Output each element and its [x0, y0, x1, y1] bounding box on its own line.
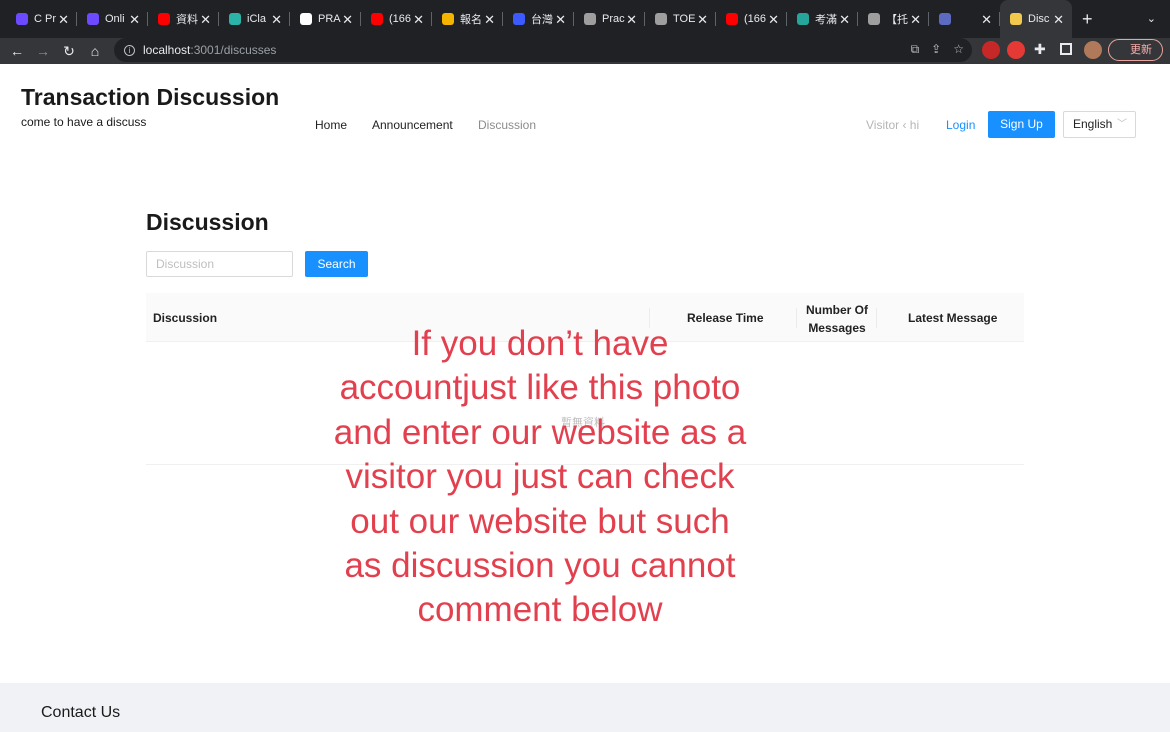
- tab-favicon-icon: [868, 13, 880, 25]
- language-value: English: [1073, 117, 1113, 131]
- footer: Contact Us: [0, 683, 1170, 732]
- tab-favicon-icon: [513, 13, 525, 25]
- active-tab[interactable]: Disc ✕: [1000, 0, 1072, 38]
- search-input[interactable]: [146, 251, 293, 277]
- close-tab-icon[interactable]: ✕: [910, 12, 921, 28]
- column-divider: [796, 308, 797, 328]
- close-tab-icon[interactable]: ✕: [271, 12, 282, 28]
- browser-tab[interactable]: Onli ✕: [77, 0, 148, 38]
- address-bar[interactable]: i localhost:3001/discusses ⧉ ⇪ ☆: [114, 38, 972, 62]
- nav-home[interactable]: Home: [315, 118, 347, 132]
- signup-button[interactable]: Sign Up: [988, 111, 1055, 138]
- browser-tab[interactable]: 【托 ✕: [858, 0, 929, 38]
- close-tab-icon[interactable]: ✕: [58, 12, 69, 28]
- profile-avatar[interactable]: [1084, 41, 1102, 59]
- login-link[interactable]: Login: [946, 118, 975, 132]
- close-tab-icon[interactable]: ✕: [555, 12, 566, 28]
- browser-tab[interactable]: TOE ✕: [645, 0, 716, 38]
- tab-favicon-icon: [229, 13, 241, 25]
- column-divider: [876, 308, 877, 328]
- browser-tab[interactable]: Prac ✕: [574, 0, 645, 38]
- puzzle-extensions-icon[interactable]: ✚: [1034, 41, 1046, 58]
- browser-tab-bar: C Pr ✕ Onli ✕ 資料 ✕ iCla ✕ PRA ✕ (166 ✕ 報名 ✕ 台灣 ✕ Prac ✕ TO…: [0, 0, 1170, 38]
- close-tab-icon[interactable]: ✕: [1053, 12, 1064, 28]
- bookmark-star-icon[interactable]: ☆: [953, 42, 964, 57]
- visitor-greeting: Visitor ‹ hi: [866, 118, 920, 132]
- back-arrow-icon[interactable]: ←: [4, 43, 30, 59]
- footer-title: Contact Us: [41, 704, 121, 721]
- side-panel-icon[interactable]: [1060, 43, 1072, 55]
- browser-tab[interactable]: PRA ✕: [290, 0, 361, 38]
- new-tab-button[interactable]: +: [1082, 9, 1093, 30]
- tab-favicon-icon: [655, 13, 667, 25]
- site-info-icon[interactable]: i: [124, 44, 135, 56]
- close-tab-icon[interactable]: ✕: [626, 12, 637, 28]
- share-icon[interactable]: ⇪: [931, 42, 941, 57]
- site-title: Transaction Discussion: [21, 84, 280, 110]
- page-title: Discussion: [146, 209, 269, 235]
- browser-toolbar: ← → ↻ ⌂ i localhost:3001/discusses ⧉ ⇪ ☆…: [0, 38, 1170, 64]
- browser-tab[interactable]: (166 ✕: [716, 0, 787, 38]
- tab-favicon-icon: [726, 13, 738, 25]
- close-tab-icon[interactable]: ✕: [768, 12, 779, 28]
- close-tab-icon[interactable]: ✕: [839, 12, 850, 28]
- close-tab-icon[interactable]: ✕: [129, 12, 140, 28]
- tab-favicon-icon: [371, 13, 383, 25]
- column-header-latest-message: Latest Message: [908, 311, 998, 325]
- nav-discussion[interactable]: Discussion: [478, 118, 536, 132]
- tab-search-chevron-icon[interactable]: ⌄: [1147, 12, 1156, 25]
- tab-strip: C Pr ✕ Onli ✕ 資料 ✕ iCla ✕ PRA ✕ (166 ✕ 報名 ✕ 台灣 ✕ Prac ✕ TO…: [6, 0, 1000, 38]
- tab-favicon-icon: [300, 13, 312, 25]
- extension-icon[interactable]: [1007, 41, 1025, 59]
- browser-tab[interactable]: 資料 ✕: [148, 0, 219, 38]
- tab-favicon-icon: [797, 13, 809, 25]
- active-tab-title: Disc: [1028, 13, 1050, 25]
- translate-icon[interactable]: ⧉: [911, 42, 920, 57]
- home-icon[interactable]: ⌂: [82, 43, 108, 59]
- browser-tab[interactable]: (166 ✕: [361, 0, 432, 38]
- forward-arrow-icon[interactable]: →: [30, 43, 56, 59]
- browser-tab[interactable]: 台灣 ✕: [503, 0, 574, 38]
- url-host: localhost: [143, 43, 191, 57]
- close-tab-icon[interactable]: ✕: [342, 12, 353, 28]
- tab-favicon-icon: [158, 13, 170, 25]
- active-tab-favicon: [1010, 13, 1022, 25]
- browser-tab[interactable]: 報名 ✕: [432, 0, 503, 38]
- url-path: :3001/discusses: [190, 43, 277, 57]
- column-header-discussion: Discussion: [153, 311, 218, 325]
- tab-favicon-icon: [442, 13, 454, 25]
- browser-tab[interactable]: iCla ✕: [219, 0, 290, 38]
- close-tab-icon[interactable]: ✕: [981, 12, 992, 28]
- site-subtitle: come to have a discuss: [21, 115, 147, 129]
- tab-favicon-icon: [16, 13, 28, 25]
- close-tab-icon[interactable]: ✕: [413, 12, 424, 28]
- search-button[interactable]: Search: [305, 251, 368, 277]
- chevron-down-icon: ﹀: [1117, 119, 1127, 130]
- close-tab-icon[interactable]: ✕: [697, 12, 708, 28]
- tab-favicon-icon: [584, 13, 596, 25]
- nav-announcement[interactable]: Announcement: [372, 118, 453, 132]
- close-tab-icon[interactable]: ✕: [200, 12, 211, 28]
- reload-icon[interactable]: ↻: [56, 43, 82, 60]
- tab-favicon-icon: [87, 13, 99, 25]
- language-select[interactable]: English ﹀: [1063, 111, 1136, 138]
- annotation-overlay-text: If you don’t have accountjust like this …: [333, 324, 747, 630]
- ublock-extension-icon[interactable]: [982, 41, 1000, 59]
- update-button[interactable]: 更新: [1108, 39, 1163, 61]
- close-tab-icon[interactable]: ✕: [484, 12, 495, 28]
- browser-tab[interactable]: ✕: [929, 0, 1000, 38]
- tab-favicon-icon: [939, 13, 951, 25]
- browser-tab[interactable]: C Pr ✕: [6, 0, 77, 38]
- browser-tab[interactable]: 考滿 ✕: [787, 0, 858, 38]
- column-header-message-count: Number Of Messages: [805, 303, 868, 335]
